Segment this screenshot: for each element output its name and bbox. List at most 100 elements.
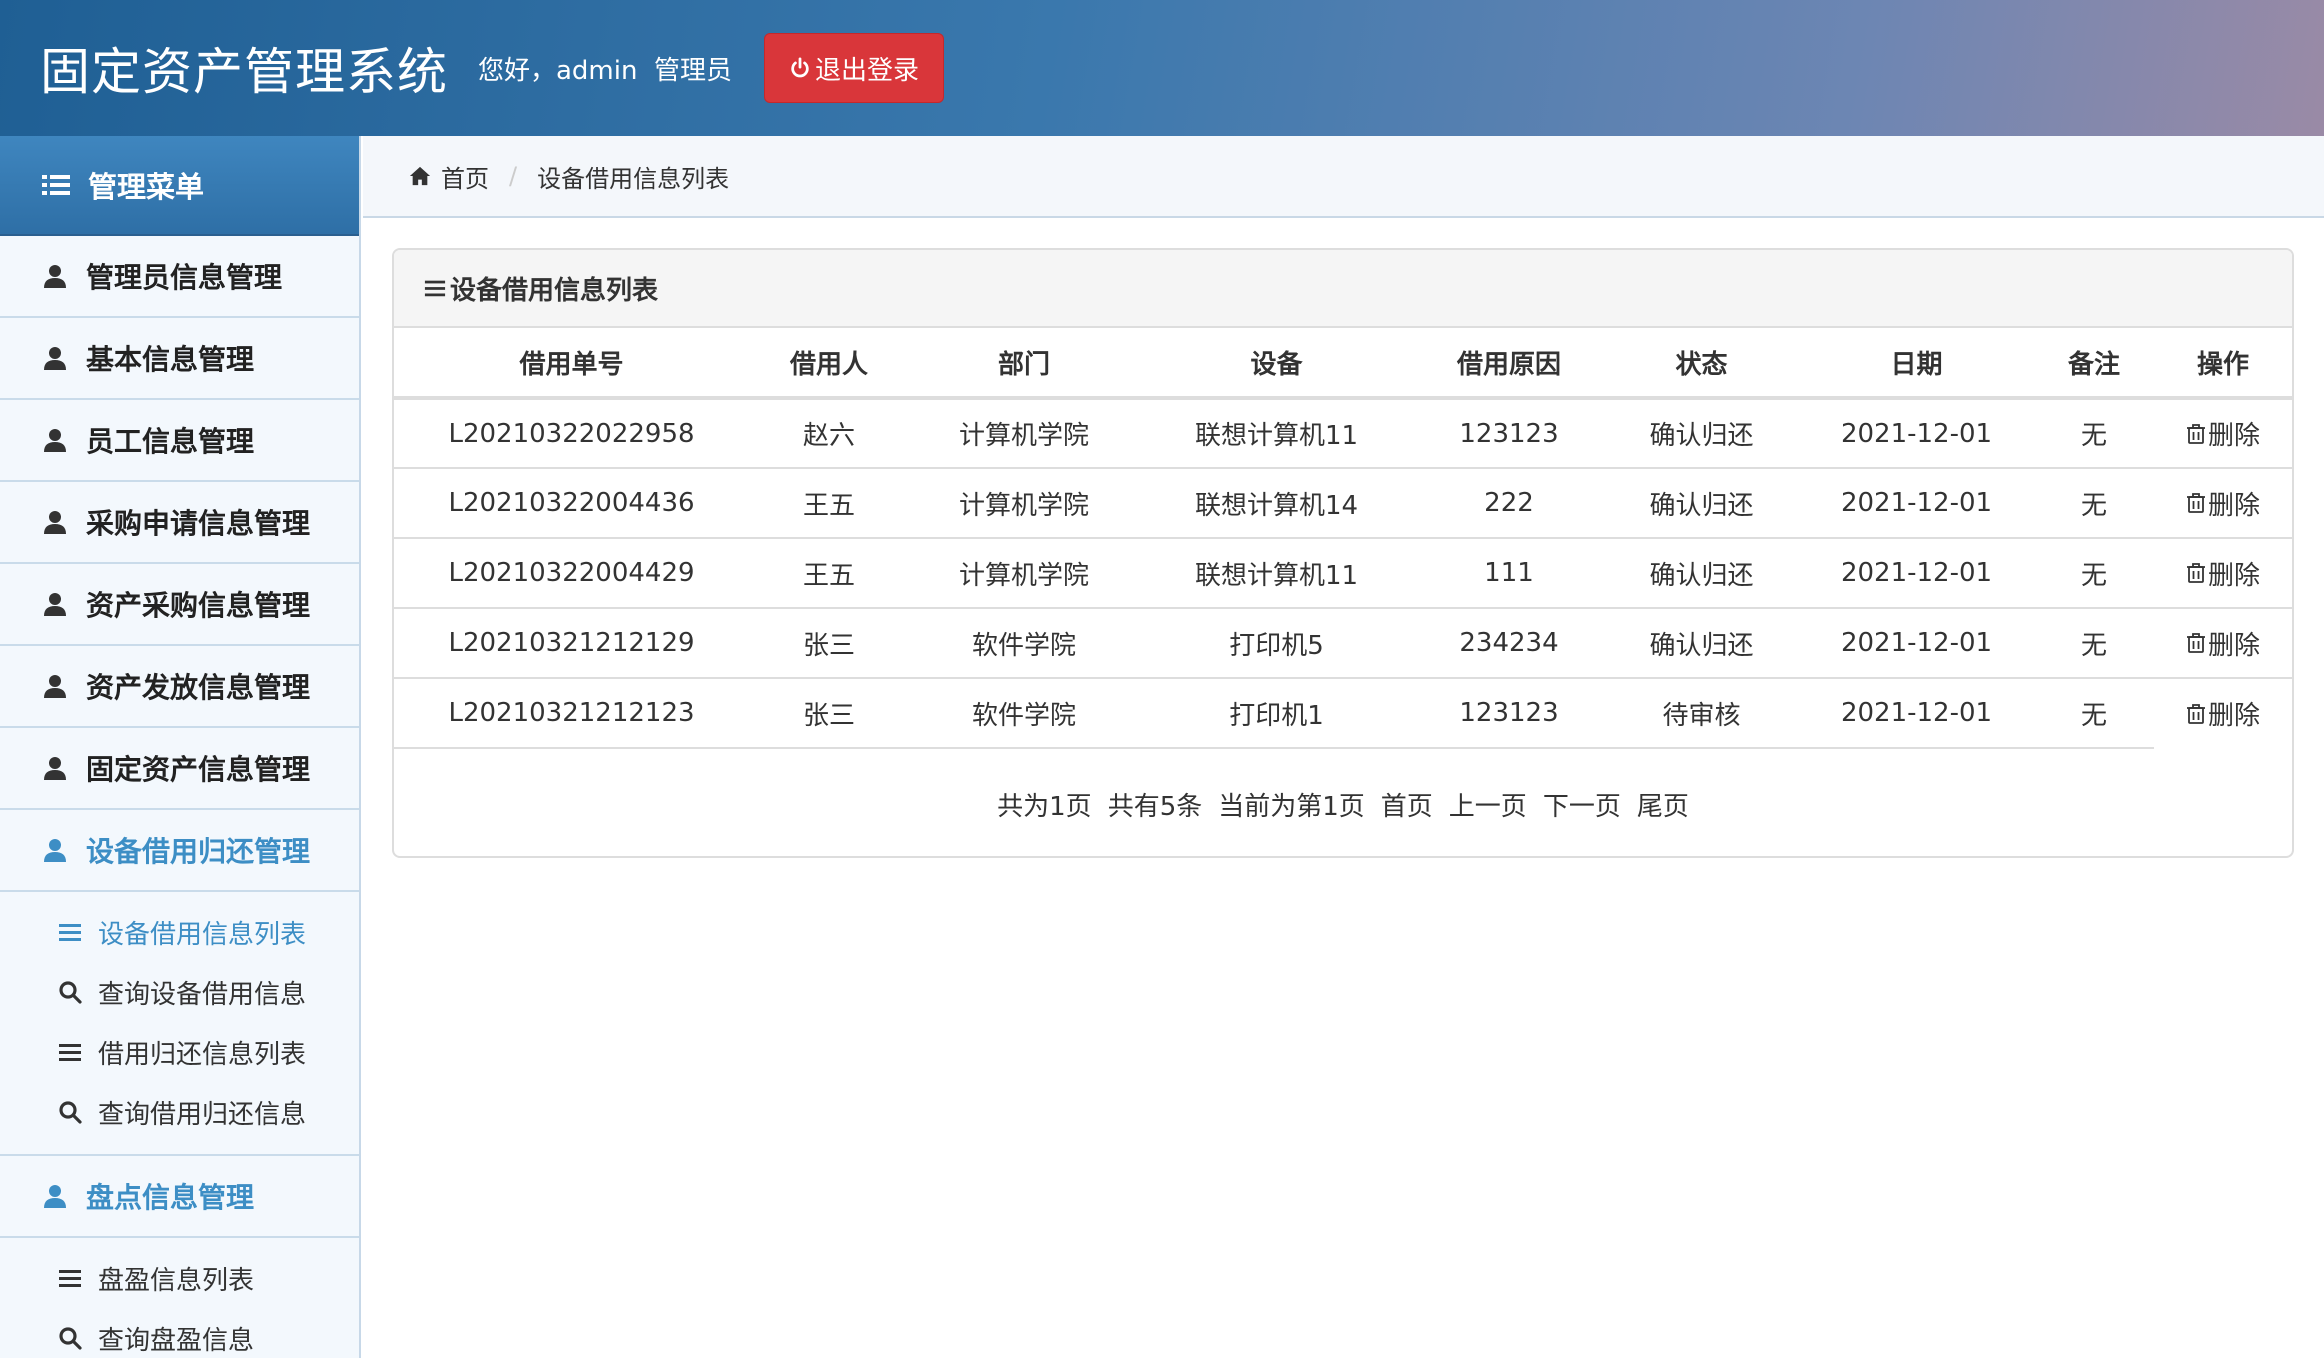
cell-borrower: 张三 — [749, 678, 909, 749]
sidebar-item-label: 采购申请信息管理 — [86, 507, 311, 540]
submenu-item-label: 借用归还信息列表 — [98, 1039, 307, 1070]
table-row: L20210322004436 王五 计算机学院 联想计算机14 222 确认归… — [394, 468, 2292, 539]
sidebar-item-purchase-request[interactable]: 采购申请信息管理 — [0, 482, 359, 564]
delete-button[interactable]: 删除 — [2186, 695, 2260, 732]
user-icon — [44, 675, 66, 698]
cell-remark: 无 — [2034, 608, 2154, 679]
delete-button[interactable]: 删除 — [2186, 555, 2260, 592]
cell-equipment: 打印机5 — [1139, 608, 1414, 679]
delete-button[interactable]: 删除 — [2186, 625, 2260, 662]
search-icon — [59, 981, 82, 1004]
sidebar-item-label: 资产发放信息管理 — [86, 671, 311, 704]
cell-department: 计算机学院 — [909, 468, 1139, 539]
delete-label: 删除 — [2207, 701, 2260, 731]
cell-date: 2021-12-01 — [1799, 398, 2034, 469]
column-header: 状态 — [1604, 328, 1799, 400]
trash-icon — [2186, 633, 2205, 653]
next-page-link[interactable]: 下一页 — [1543, 786, 1621, 823]
cell-reason: 123123 — [1414, 398, 1604, 469]
borrow-list-panel: 设备借用信息列表 借用单号 借用人 部门 设备 借用原因 状态 日期 备注 操作… — [392, 248, 2294, 858]
sidebar-item-label: 盘点信息管理 — [86, 1181, 255, 1214]
prev-page-link[interactable]: 上一页 — [1449, 786, 1527, 823]
sidebar: 管理菜单 管理员信息管理 基本信息管理 员工信息管理 采购申请信息管理 资产采购… — [0, 136, 361, 1358]
cell-status: 确认归还 — [1604, 538, 1799, 609]
cell-remark: 无 — [2034, 468, 2154, 539]
column-header: 备注 — [2034, 328, 2154, 400]
column-header: 设备 — [1139, 328, 1414, 400]
user-icon — [44, 511, 66, 534]
cell-reason: 111 — [1414, 538, 1604, 609]
logout-button[interactable]: 退出登录 — [764, 33, 944, 103]
submenu-item-borrow-list[interactable]: 设备借用信息列表 — [0, 902, 359, 962]
cell-reason: 222 — [1414, 468, 1604, 539]
sidebar-item-basic-info[interactable]: 基本信息管理 — [0, 318, 359, 400]
submenu-item-surplus-search[interactable]: 查询盘盈信息 — [0, 1308, 359, 1358]
user-icon — [44, 1185, 66, 1208]
delete-label: 删除 — [2207, 630, 2260, 661]
cell-borrow-id: L20210322004429 — [394, 538, 749, 609]
sidebar-item-label: 基本信息管理 — [86, 343, 255, 376]
cell-equipment: 联想计算机11 — [1139, 398, 1414, 469]
sidebar-item-label: 员工信息管理 — [86, 425, 255, 458]
delete-label: 删除 — [2207, 490, 2260, 521]
first-page-link[interactable]: 首页 — [1381, 786, 1433, 823]
cell-borrower: 王五 — [749, 468, 909, 539]
sidebar-item-equipment-borrow[interactable]: 设备借用归还管理 — [0, 810, 359, 892]
cell-action: 删除 — [2154, 398, 2292, 469]
cell-action: 删除 — [2154, 608, 2292, 679]
cell-borrower: 赵六 — [749, 398, 909, 469]
submenu-item-label: 查询盘盈信息 — [98, 1325, 255, 1356]
cell-department: 软件学院 — [909, 678, 1139, 749]
cell-action: 删除 — [2154, 468, 2292, 539]
sidebar-item-inventory[interactable]: 盘点信息管理 — [0, 1156, 359, 1238]
user-icon — [44, 757, 66, 780]
pagination: 共为1页 共有5条 当前为第1页 首页 上一页 下一页 尾页 — [394, 749, 2292, 856]
user-icon — [44, 593, 66, 616]
delete-button[interactable]: 删除 — [2186, 485, 2260, 522]
power-icon — [791, 57, 809, 78]
user-greeting: 您好，admin 管理员 — [478, 55, 732, 86]
user-icon — [44, 265, 66, 288]
search-icon — [59, 1101, 82, 1124]
cell-remark: 无 — [2034, 678, 2154, 749]
delete-label: 删除 — [2207, 560, 2260, 591]
breadcrumb: 首页 / 设备借用信息列表 — [363, 136, 2324, 218]
cell-date: 2021-12-01 — [1799, 608, 2034, 679]
column-header: 借用人 — [749, 328, 909, 400]
sidebar-title: 管理菜单 — [88, 170, 205, 204]
cell-equipment: 打印机1 — [1139, 678, 1414, 749]
total-records: 共有5条 — [1107, 791, 1203, 822]
delete-button[interactable]: 删除 — [2186, 415, 2260, 452]
cell-department: 计算机学院 — [909, 398, 1139, 469]
trash-icon — [2186, 563, 2205, 583]
breadcrumb-home[interactable]: 首页 — [441, 159, 489, 194]
cell-borrow-id: L20210322022958 — [394, 398, 749, 469]
cell-department: 软件学院 — [909, 608, 1139, 679]
cell-equipment: 联想计算机11 — [1139, 538, 1414, 609]
sidebar-item-label: 设备借用归还管理 — [86, 835, 311, 868]
last-page-link[interactable]: 尾页 — [1637, 786, 1689, 823]
table-row: L20210322022958 赵六 计算机学院 联想计算机11 123123 … — [394, 398, 2292, 469]
table-row: L20210322004429 王五 计算机学院 联想计算机11 111 确认归… — [394, 538, 2292, 609]
total-pages: 共为1页 — [997, 791, 1092, 822]
cell-borrow-id: L20210322004436 — [394, 468, 749, 539]
submenu-item-label: 查询设备借用信息 — [98, 979, 307, 1010]
column-header: 借用原因 — [1414, 328, 1604, 400]
cell-borrower: 张三 — [749, 608, 909, 679]
submenu-item-borrow-search[interactable]: 查询设备借用信息 — [0, 962, 359, 1022]
trash-icon — [2186, 493, 2205, 513]
sidebar-item-asset-purchase[interactable]: 资产采购信息管理 — [0, 564, 359, 646]
table-row: L20210321212123 张三 软件学院 打印机1 123123 待审核 … — [394, 678, 2292, 749]
submenu-item-return-list[interactable]: 借用归还信息列表 — [0, 1022, 359, 1082]
submenu-item-return-search[interactable]: 查询借用归还信息 — [0, 1082, 359, 1142]
logout-label: 退出登录 — [814, 55, 919, 86]
user-icon — [44, 429, 66, 452]
submenu-item-label: 设备借用信息列表 — [98, 919, 307, 950]
delete-label: 删除 — [2207, 421, 2260, 451]
column-header: 部门 — [909, 328, 1139, 400]
submenu-item-surplus-list[interactable]: 盘盈信息列表 — [0, 1248, 359, 1308]
sidebar-item-asset-distribution[interactable]: 资产发放信息管理 — [0, 646, 359, 728]
sidebar-item-admin-info[interactable]: 管理员信息管理 — [0, 236, 359, 318]
sidebar-item-employee-info[interactable]: 员工信息管理 — [0, 400, 359, 482]
sidebar-item-fixed-asset[interactable]: 固定资产信息管理 — [0, 728, 359, 810]
